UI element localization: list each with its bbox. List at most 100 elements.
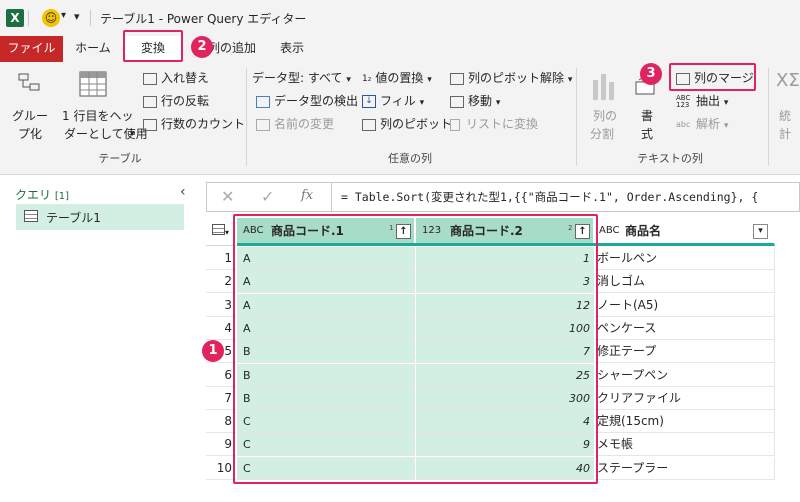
- tab-home[interactable]: ホーム: [68, 36, 118, 62]
- cell-product-name[interactable]: ボールペン: [595, 247, 775, 270]
- tab-view[interactable]: 表示: [272, 36, 312, 62]
- confirm-icon[interactable]: ✓: [261, 187, 274, 206]
- detect-type-button[interactable]: データ型の検出: [256, 93, 358, 109]
- smiley-dropdown-icon[interactable]: ▾: [61, 10, 66, 21]
- data-type-dropdown[interactable]: データ型: すべて ▾: [252, 70, 351, 88]
- count-rows-button[interactable]: 行数のカウント: [143, 116, 245, 132]
- collapse-pane-icon[interactable]: ‹: [180, 184, 186, 200]
- qat-customize-icon[interactable]: ▾: [74, 10, 80, 23]
- extract-icon: ABC 123: [676, 93, 691, 109]
- group-by-icon: [17, 72, 43, 98]
- formula-text[interactable]: = Table.Sort(変更された型1,{{"商品コード.1", Order.…: [341, 189, 797, 205]
- queries-title: クエリ [1]: [15, 188, 70, 202]
- rename-button[interactable]: 名前の変更: [256, 116, 334, 132]
- filter-dropdown-icon[interactable]: ▾: [753, 224, 768, 239]
- cell-product-name[interactable]: 消しゴム: [595, 270, 775, 294]
- statistics-label1[interactable]: 統: [779, 108, 791, 124]
- split-column-icon: [589, 72, 619, 102]
- group-label-any-column: 任意の列: [388, 152, 432, 165]
- rename-icon: [256, 118, 270, 131]
- row-number[interactable]: 10: [206, 457, 236, 480]
- annotation-step-3: 3: [640, 63, 662, 85]
- extract-button[interactable]: ABC 123 抽出 ▾: [676, 93, 728, 111]
- count-rows-icon: [143, 118, 157, 131]
- format-label1[interactable]: 書: [641, 108, 653, 124]
- chevron-down-icon[interactable]: ▾: [130, 126, 135, 142]
- move-icon: [450, 95, 464, 108]
- cell-product-name[interactable]: ステープラー: [595, 456, 775, 480]
- statistics-label2[interactable]: 計: [779, 126, 791, 142]
- cell-product-name[interactable]: 定規(15cm): [595, 410, 775, 434]
- format-label2[interactable]: 式: [641, 126, 653, 142]
- highlight-merge-columns: [669, 63, 756, 91]
- formula-bar: ✕ ✓ fx = Table.Sort(変更された型1,{{"商品コード.1",…: [206, 182, 800, 212]
- chevron-down-icon: ▾: [419, 98, 425, 108]
- unpivot-icon: [450, 72, 464, 85]
- use-first-row-icon: [78, 70, 108, 100]
- cell-product-name[interactable]: シャープペン: [595, 363, 775, 387]
- column-header-name[interactable]: ABC 商品名 ▾: [595, 218, 775, 246]
- reverse-rows-button[interactable]: 行の反転: [143, 93, 209, 109]
- chevron-down-icon: ▾: [723, 121, 729, 131]
- tab-file[interactable]: ファイル: [0, 36, 63, 62]
- parse-icon: abc: [676, 119, 691, 129]
- annotation-step-2: 2: [191, 36, 213, 58]
- smiley-icon[interactable]: ☺: [42, 9, 60, 27]
- unpivot-button[interactable]: 列のピボット解除 ▾: [450, 70, 572, 88]
- highlight-transform-tab: [123, 30, 183, 62]
- use-first-row-label1[interactable]: 1 行目をヘッ: [62, 108, 133, 124]
- ribbon-tabs: ファイル ホーム 変換 列の追加 表示: [0, 36, 800, 62]
- pivot-column-icon: [362, 118, 376, 131]
- row-number[interactable]: 8: [206, 410, 236, 434]
- select-all-corner[interactable]: ▾: [206, 218, 236, 246]
- split-column-label1[interactable]: 列の: [593, 108, 617, 124]
- cell-product-name[interactable]: メモ帳: [595, 433, 775, 457]
- highlight-selected-columns: [233, 214, 598, 484]
- statistics-icon: XΣ: [776, 70, 800, 91]
- split-column-label2[interactable]: 分割: [590, 126, 614, 142]
- title-bar: X ☺ ▾ ▾ テーブル1 - Power Query エディター: [0, 0, 800, 36]
- row-number[interactable]: 2: [206, 270, 236, 294]
- group-by-button-line2[interactable]: プ化: [18, 126, 42, 142]
- transpose-button[interactable]: 入れ替え: [143, 70, 209, 86]
- group-label-table: テーブル: [98, 152, 142, 165]
- fill-button[interactable]: ↓ フィル ▾: [362, 93, 424, 111]
- cell-product-name[interactable]: ノート(A5): [595, 293, 775, 317]
- row-number[interactable]: 1: [206, 247, 236, 270]
- move-button[interactable]: 移動 ▾: [450, 93, 500, 111]
- cancel-icon[interactable]: ✕: [221, 187, 234, 206]
- to-list-button[interactable]: リストに変換: [450, 116, 538, 132]
- replace-values-icon: 1₂: [362, 73, 372, 84]
- cell-product-name[interactable]: ペンケース: [595, 316, 775, 340]
- chevron-down-icon: ▾: [346, 75, 351, 85]
- row-number[interactable]: 4: [206, 317, 236, 340]
- chevron-down-icon: ▾: [723, 98, 729, 108]
- table-menu-icon: [212, 224, 225, 235]
- fx-icon[interactable]: fx: [301, 188, 313, 203]
- chevron-down-icon: ▾: [495, 98, 501, 108]
- query-item[interactable]: テーブル1: [16, 204, 184, 230]
- cell-product-name[interactable]: 修正テープ: [595, 340, 775, 364]
- use-first-row-label2[interactable]: ダーとして使用: [64, 126, 148, 142]
- row-number[interactable]: 6: [206, 364, 236, 387]
- row-number[interactable]: 3: [206, 294, 236, 317]
- row-number[interactable]: 7: [206, 387, 236, 410]
- table-icon: [24, 210, 38, 222]
- transpose-icon: [143, 72, 157, 85]
- chevron-down-icon: ▾: [427, 75, 432, 85]
- queries-pane: クエリ [1] ‹ テーブル1: [0, 176, 200, 502]
- excel-logo-icon: X: [6, 9, 24, 27]
- cell-product-name[interactable]: クリアファイル: [595, 386, 775, 410]
- window-title: テーブル1 - Power Query エディター: [100, 12, 307, 26]
- to-list-icon: [450, 118, 460, 131]
- parse-button[interactable]: abc 解析 ▾: [676, 116, 728, 134]
- tab-add-column[interactable]: 列の追加: [205, 36, 259, 62]
- pivot-column-button[interactable]: 列のピボット: [362, 116, 452, 132]
- detect-type-icon: [256, 95, 270, 108]
- group-by-button-line1[interactable]: グルー: [12, 108, 48, 124]
- replace-values-button[interactable]: 1₂ 値の置換 ▾: [362, 70, 432, 88]
- reverse-rows-icon: [143, 95, 157, 108]
- row-number[interactable]: 9: [206, 433, 236, 457]
- text-type-icon: ABC: [599, 225, 620, 236]
- fill-down-icon: ↓: [362, 95, 376, 108]
